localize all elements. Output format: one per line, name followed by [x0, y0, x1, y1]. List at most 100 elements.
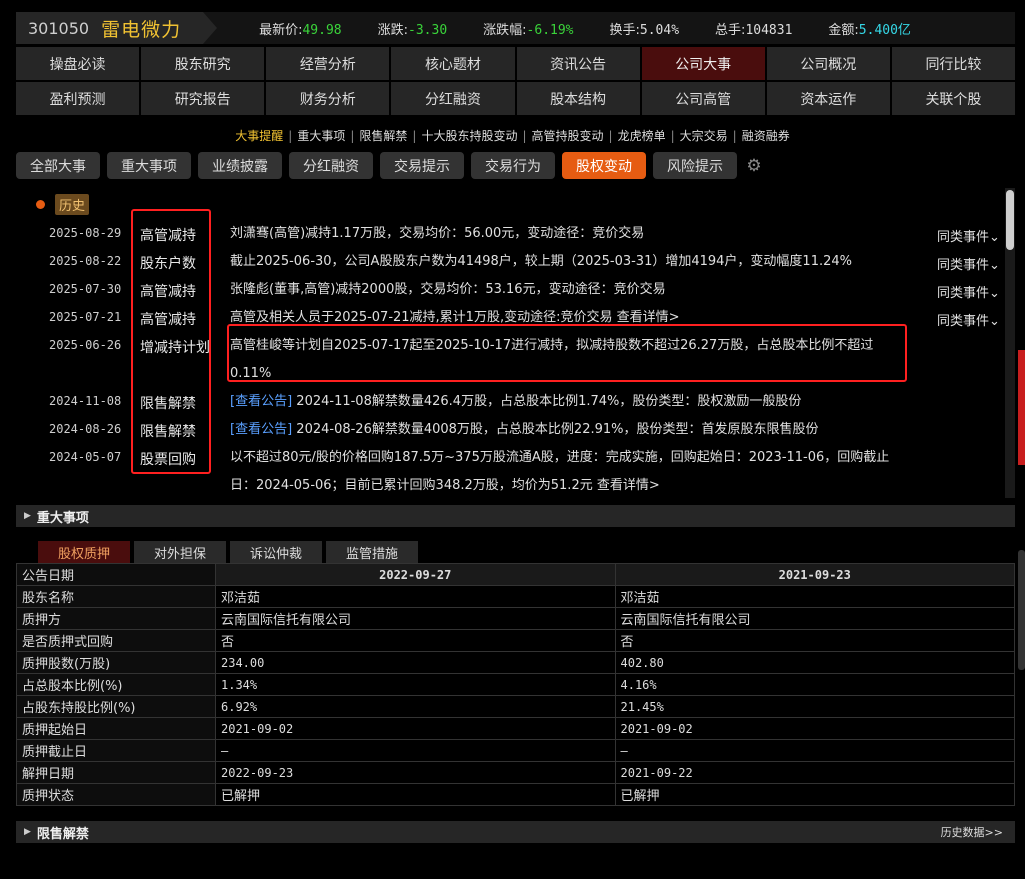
view-announcement-link[interactable]: [查看公告] [230, 394, 292, 409]
history-tag[interactable]: 历史 [55, 194, 90, 215]
history-data-link[interactable]: 历史数据>> [941, 824, 1003, 840]
chevron-down-icon: ⌄ [989, 230, 1000, 245]
side-scrollbar[interactable] [1018, 550, 1025, 670]
side-accent-bar [1018, 350, 1025, 465]
view-details-link[interactable]: 查看详情> [617, 310, 680, 325]
same-events-dropdown[interactable]: 同类事件⌄ [937, 254, 1000, 273]
table-cell: 2022-09-23 [215, 761, 616, 784]
pledge-tab[interactable]: 对外担保 [134, 541, 227, 563]
quote-fields: 最新价:49.98 涨跌:-3.30 涨跌幅:-6.19% 换手:5.04% 总手:10… [259, 19, 947, 38]
filter-tab[interactable]: 重大事项 [107, 152, 191, 179]
nav-item[interactable]: 资本运作 [766, 82, 890, 115]
subnav-item[interactable]: 重大事项 [297, 129, 345, 143]
table-cell: — [614, 739, 1015, 762]
table-cell: 2021-09-02 [215, 717, 616, 740]
nav-item[interactable]: 操盘必读 [16, 47, 140, 80]
pledge-tab[interactable]: 诉讼仲裁 [230, 541, 323, 563]
subnav-item[interactable]: 大事提醒 [235, 129, 283, 143]
event-date: 2024-08-26 [49, 422, 122, 436]
separator: | [412, 129, 417, 143]
table-row: 占股东持股比例(%) 6.92% 21.45% [16, 695, 1015, 718]
history-label: 历史 [36, 194, 90, 215]
nav-item[interactable]: 分红融资 [391, 82, 515, 115]
nav-item[interactable]: 股东研究 [141, 47, 265, 80]
nav-item[interactable]: 公司大事 [641, 47, 765, 80]
same-events-dropdown[interactable]: 同类事件⌄ [937, 282, 1000, 301]
table-cell: 邓洁茹 [614, 585, 1015, 608]
nav-item[interactable]: 核心题材 [391, 47, 515, 80]
same-events-dropdown[interactable]: 同类事件⌄ [937, 310, 1000, 329]
nav-item[interactable]: 资讯公告 [516, 47, 640, 80]
nav-item[interactable]: 经营分析 [266, 47, 390, 80]
filter-tab[interactable]: 交易行为 [471, 152, 555, 179]
same-events-dropdown[interactable]: 同类事件⌄ [937, 226, 1000, 245]
highlight-box-types [131, 209, 211, 474]
same-events-label: 同类事件 [937, 230, 990, 245]
table-row: 质押方 云南国际信托有限公司 云南国际信托有限公司 [16, 607, 1015, 630]
separator: | [670, 129, 675, 143]
event-date: 2025-06-26 [49, 338, 122, 352]
table-row-label: 质押截止日 [16, 739, 216, 762]
table-row-label: 质押股数(万股) [16, 651, 216, 674]
table-column-header: 2022-09-27 [215, 563, 616, 586]
pledge-table: 公告日期 2022-09-27 2021-09-23 股东名称 邓洁茹 邓洁茹 质押方 云南国… [16, 563, 1015, 806]
events-scroll-thumb[interactable] [1006, 190, 1014, 250]
chevron-down-icon: ⌄ [989, 258, 1000, 273]
nav-item[interactable]: 股本结构 [516, 82, 640, 115]
filter-tab[interactable]: 全部大事 [16, 152, 100, 179]
view-details-link[interactable]: 查看详情> [597, 478, 660, 493]
table-cell: 402.80 [614, 651, 1015, 674]
chevron-down-icon: ⌄ [989, 286, 1000, 301]
quote-field: 换手:5.04% [610, 19, 680, 38]
subnav-item[interactable]: 高管持股变动 [532, 129, 604, 143]
section-restricted[interactable]: ▶ 限售解禁 历史数据>> [16, 821, 1015, 843]
filter-tab[interactable]: 风险提示 [653, 152, 737, 179]
quote-field-label: 涨跌: [377, 22, 409, 38]
table-row: 股东名称 邓洁茹 邓洁茹 [16, 585, 1015, 608]
table-row: 质押股数(万股) 234.00 402.80 [16, 651, 1015, 674]
table-row: 占总股本比例(%) 1.34% 4.16% [16, 673, 1015, 696]
subnav-item[interactable]: 龙虎榜单 [618, 129, 666, 143]
table-cell: — [215, 739, 616, 762]
subnav-item[interactable]: 十大股东持股变动 [421, 129, 517, 143]
table-row-label: 股东名称 [16, 585, 216, 608]
separator: | [288, 129, 293, 143]
section-title: 限售解禁 [36, 826, 89, 842]
pledge-tab[interactable]: 股权质押 [38, 541, 131, 563]
nav-item[interactable]: 盈利预测 [16, 82, 140, 115]
filter-tab[interactable]: 分红融资 [289, 152, 373, 179]
event-description: 截止2025-06-30，公司A股股东户数为41498户，较上期（2025-03… [230, 248, 890, 276]
gear-icon[interactable]: ⚙ [744, 156, 764, 176]
subnav-item[interactable]: 限售解禁 [359, 129, 407, 143]
nav-item[interactable]: 同行比较 [891, 47, 1015, 80]
quote-field-value: 104831 [745, 22, 793, 38]
filter-tab[interactable]: 业绩披露 [198, 152, 282, 179]
event-description: [查看公告] 2024-11-08解禁数量426.4万股，占总股本比例1.74%… [230, 388, 890, 416]
quote-field-label: 总手: [715, 22, 746, 38]
quote-field: 金额:5.400亿 [828, 19, 911, 38]
event-text: 张隆彪(董事,高管)减持2000股，交易均价：53.16元，变动途径：竞价交易 [230, 282, 666, 297]
event-date: 2025-07-21 [49, 310, 122, 324]
nav-item[interactable]: 公司高管 [641, 82, 765, 115]
event-description: [查看公告] 2024-08-26解禁数量4008万股，占总股本比例22.91%… [230, 416, 890, 444]
nav-item[interactable]: 财务分析 [266, 82, 390, 115]
pledge-tab[interactable]: 监管措施 [326, 541, 419, 563]
view-announcement-link[interactable]: [查看公告] [230, 422, 292, 437]
separator: | [608, 129, 613, 143]
table-row: 质押截止日 — — [16, 739, 1015, 762]
nav-item[interactable]: 研究报告 [141, 82, 265, 115]
quote-field: 总手:104831 [715, 19, 792, 38]
table-row: 质押起始日 2021-09-02 2021-09-02 [16, 717, 1015, 740]
nav-item[interactable]: 公司概况 [766, 47, 890, 80]
section-major-events[interactable]: ▶ 重大事项 [16, 505, 1015, 527]
subnav-item[interactable]: 大宗交易 [680, 129, 728, 143]
same-events-label: 同类事件 [937, 258, 990, 273]
subnav-item[interactable]: 融资融券 [742, 129, 790, 143]
nav-item[interactable]: 关联个股 [891, 82, 1015, 115]
table-cell: 否 [614, 629, 1015, 652]
stock-name: 雷电微力 [101, 18, 182, 41]
filter-tab[interactable]: 交易提示 [380, 152, 464, 179]
event-description: 以不超过80元/股的价格回购187.5万~375万股流通A股，进度：完成实施，回… [230, 444, 890, 500]
filter-tab[interactable]: 股权变动 [562, 152, 646, 179]
separator: | [350, 129, 355, 143]
